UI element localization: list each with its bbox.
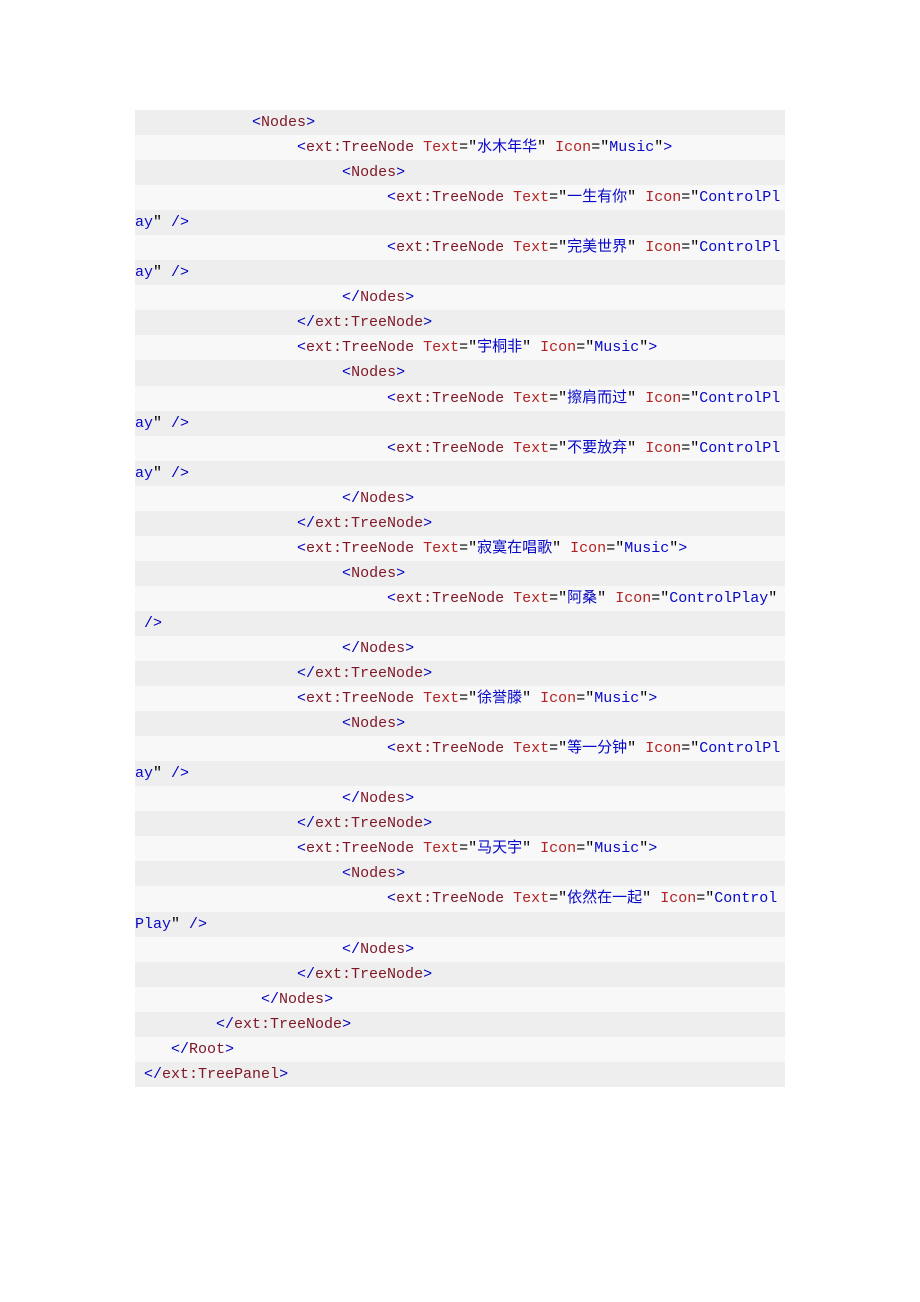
code-line: <ext:TreeNode Text="水木年华" Icon="Music">: [135, 135, 785, 160]
code-line: </Nodes>: [135, 636, 785, 661]
code-line: </ext:TreeNode>: [135, 811, 785, 836]
code-line: </Nodes>: [135, 486, 785, 511]
code-line: </Nodes>: [135, 285, 785, 310]
code-line: <Nodes>: [135, 160, 785, 185]
code-line: </ext:TreeNode>: [135, 962, 785, 987]
song-5: 等一分钟: [567, 740, 627, 757]
song-0: 一生有你: [567, 189, 627, 206]
song-6: 依然在一起: [567, 890, 642, 907]
code-line: </ext:TreeNode>: [135, 511, 785, 536]
code-line: </Nodes>: [135, 937, 785, 962]
tag-nodes: Nodes: [261, 114, 306, 131]
code-line: ay" />: [135, 461, 785, 486]
code-line: <Nodes>: [135, 711, 785, 736]
code-line: </Root>: [135, 1037, 785, 1062]
tag-treenode: ext:TreeNode: [306, 139, 414, 156]
code-line: ay" />: [135, 210, 785, 235]
code-line: </ext:TreePanel>: [135, 1062, 785, 1087]
code-line: ay" />: [135, 411, 785, 436]
code-line: <Nodes>: [135, 561, 785, 586]
code-line: <ext:TreeNode Text="等一分钟" Icon="ControlP…: [135, 736, 785, 761]
code-line: <ext:TreeNode Text="徐誉滕" Icon="Music">: [135, 686, 785, 711]
code-line: </ext:TreeNode>: [135, 310, 785, 335]
tag-treepanel: ext:TreePanel: [162, 1066, 279, 1083]
code-line: </ext:TreeNode>: [135, 661, 785, 686]
code-line: </Nodes>: [135, 786, 785, 811]
code-block: <Nodes> <ext:TreeNode Text="水木年华" Icon="…: [135, 110, 785, 1087]
song-3: 不要放弃: [567, 440, 627, 457]
artist-1: 宇桐非: [477, 339, 522, 356]
code-line: <Nodes>: [135, 360, 785, 385]
code-line: Play" />: [135, 912, 785, 937]
code-line: <ext:TreeNode Text="寂寞在唱歌" Icon="Music">: [135, 536, 785, 561]
song-4: 阿桑: [567, 590, 597, 607]
attr-text: Text: [423, 139, 459, 156]
code-line: <ext:TreeNode Text="宇桐非" Icon="Music">: [135, 335, 785, 360]
code-line: <ext:TreeNode Text="擦肩而过" Icon="ControlP…: [135, 386, 785, 411]
code-line: />: [135, 611, 785, 636]
code-line: ay" />: [135, 260, 785, 285]
document-page: <Nodes> <ext:TreeNode Text="水木年华" Icon="…: [0, 0, 920, 1287]
attr-icon: Icon: [555, 139, 591, 156]
code-line: <Nodes>: [135, 110, 785, 135]
code-line: <ext:TreeNode Text="不要放弃" Icon="ControlP…: [135, 436, 785, 461]
tag-root: Root: [189, 1041, 225, 1058]
song-2: 擦肩而过: [567, 390, 627, 407]
code-line: <ext:TreeNode Text="阿桑" Icon="ControlPla…: [135, 586, 785, 611]
code-line: </Nodes>: [135, 987, 785, 1012]
code-line: </ext:TreeNode>: [135, 1012, 785, 1037]
code-line: <ext:TreeNode Text="依然在一起" Icon="Control: [135, 886, 785, 911]
artist-4: 马天宇: [477, 840, 522, 857]
song-1: 完美世界: [567, 239, 627, 256]
code-line: <Nodes>: [135, 861, 785, 886]
artist-0: 水木年华: [477, 139, 537, 156]
artist-2: 寂寞在唱歌: [477, 540, 552, 557]
code-line: ay" />: [135, 761, 785, 786]
code-line: <ext:TreeNode Text="马天宇" Icon="Music">: [135, 836, 785, 861]
code-line: <ext:TreeNode Text="一生有你" Icon="ControlP…: [135, 185, 785, 210]
artist-3: 徐誉滕: [477, 690, 522, 707]
code-line: <ext:TreeNode Text="完美世界" Icon="ControlP…: [135, 235, 785, 260]
